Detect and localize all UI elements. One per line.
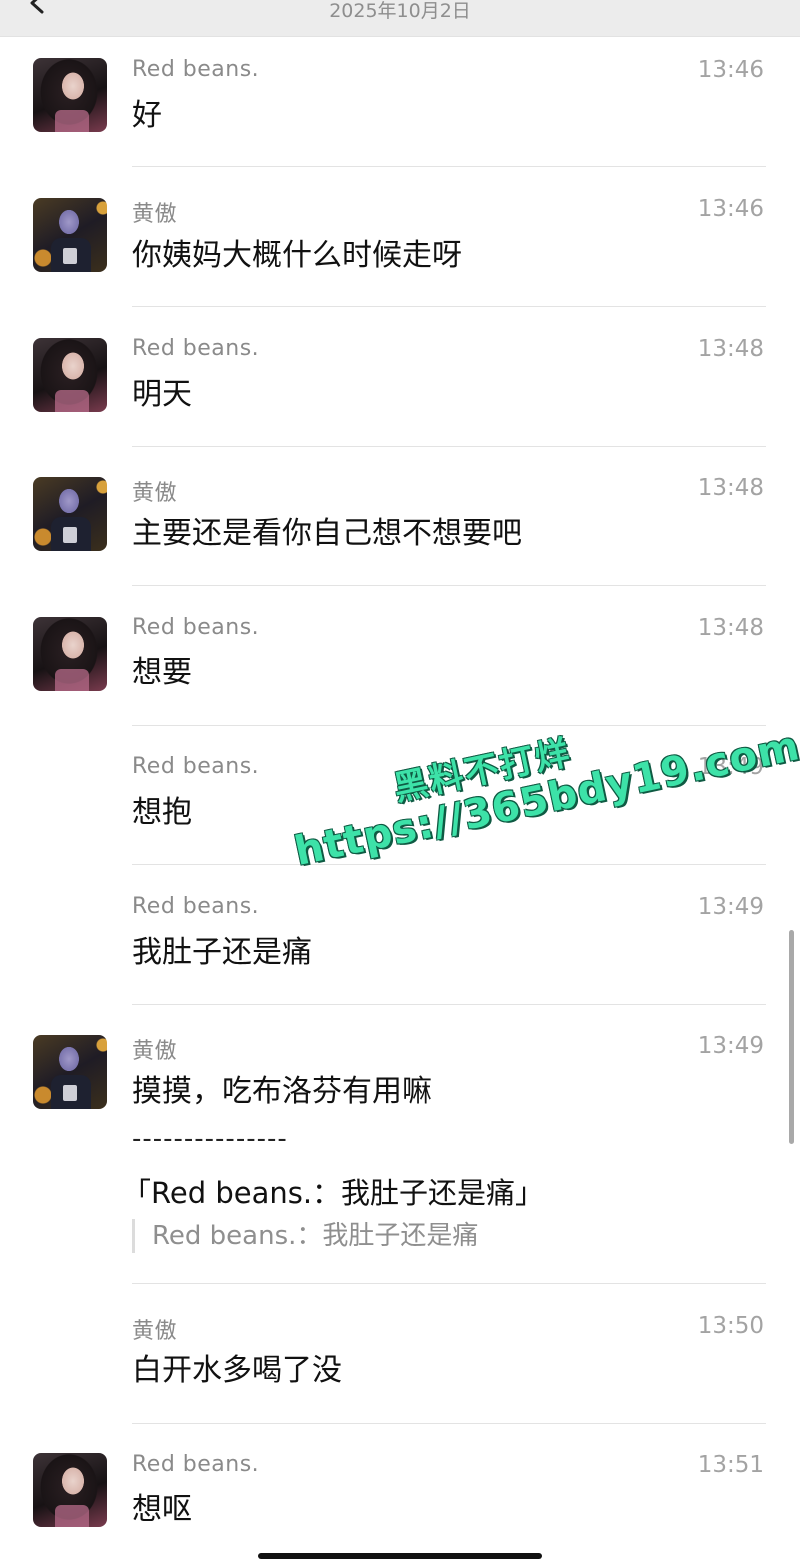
sender-name: Red beans. [132,57,260,82]
quoted-message-title: 「Red beans.：我肚子还是痛」 [122,1176,545,1210]
divider [132,864,766,865]
divider [132,166,766,167]
message-text: 主要还是看你自己想不想要吧 [132,516,522,551]
sender-name: Red beans. [132,336,260,361]
divider [132,585,766,586]
message-time: 13:50 [697,1313,764,1339]
message-time: 13:49 [697,894,764,920]
message-text: 白开水多喝了没 [132,1353,342,1388]
message-text: 想呕 [132,1492,192,1527]
sender-name: 黄傲 [132,1319,178,1344]
avatar[interactable] [33,1453,107,1527]
divider [132,725,766,726]
message-time: 13:46 [697,196,764,222]
avatar[interactable] [33,477,107,551]
message-text: 好 [132,98,162,133]
quoted-message[interactable]: Red beans.：我肚子还是痛 [132,1219,478,1253]
scrollbar[interactable] [789,930,794,1144]
message-text: 想要 [132,655,192,690]
home-indicator[interactable] [258,1553,542,1559]
chat-history-header: 2025年10月2日 [0,0,800,37]
divider [132,1004,766,1005]
divider [132,1423,766,1424]
message-time: 13:48 [697,336,764,362]
divider [132,446,766,447]
watermark: 黑料不打烊 https://365bdy19.com [281,698,800,912]
message-text: 你姨妈大概什么时候走呀 [132,238,462,273]
divider [132,1283,766,1284]
sender-name: Red beans. [132,754,260,779]
message-time: 13:48 [697,615,764,641]
message-time: 13:51 [697,1452,764,1478]
sender-name: Red beans. [132,1452,260,1477]
sender-name: 黄傲 [132,481,178,506]
message-time: 13:46 [697,57,764,83]
watermark-url: https://365bdy19.com [290,723,800,876]
quote-divider: --------------- [132,1124,288,1154]
message-time: 13:48 [697,475,764,501]
message-time: 13:49 [697,754,764,780]
avatar[interactable] [33,617,107,691]
sender-name: Red beans. [132,894,260,919]
message-text: 摸摸，吃布洛芬有用嘛 [132,1074,432,1109]
message-text: 想抱 [132,795,192,830]
watermark-title: 黑料不打烊 [390,732,575,810]
header-date: 2025年10月2日 [329,0,471,22]
message-time: 13:49 [697,1033,764,1059]
avatar[interactable] [33,58,107,132]
message-text: 我肚子还是痛 [132,935,312,970]
avatar[interactable] [33,198,107,272]
divider [132,306,766,307]
avatar[interactable] [33,1035,107,1109]
sender-name: 黄傲 [132,1039,178,1064]
avatar[interactable] [33,338,107,412]
message-text: 明天 [132,377,192,412]
sender-name: 黄傲 [132,202,178,227]
sender-name: Red beans. [132,615,260,640]
